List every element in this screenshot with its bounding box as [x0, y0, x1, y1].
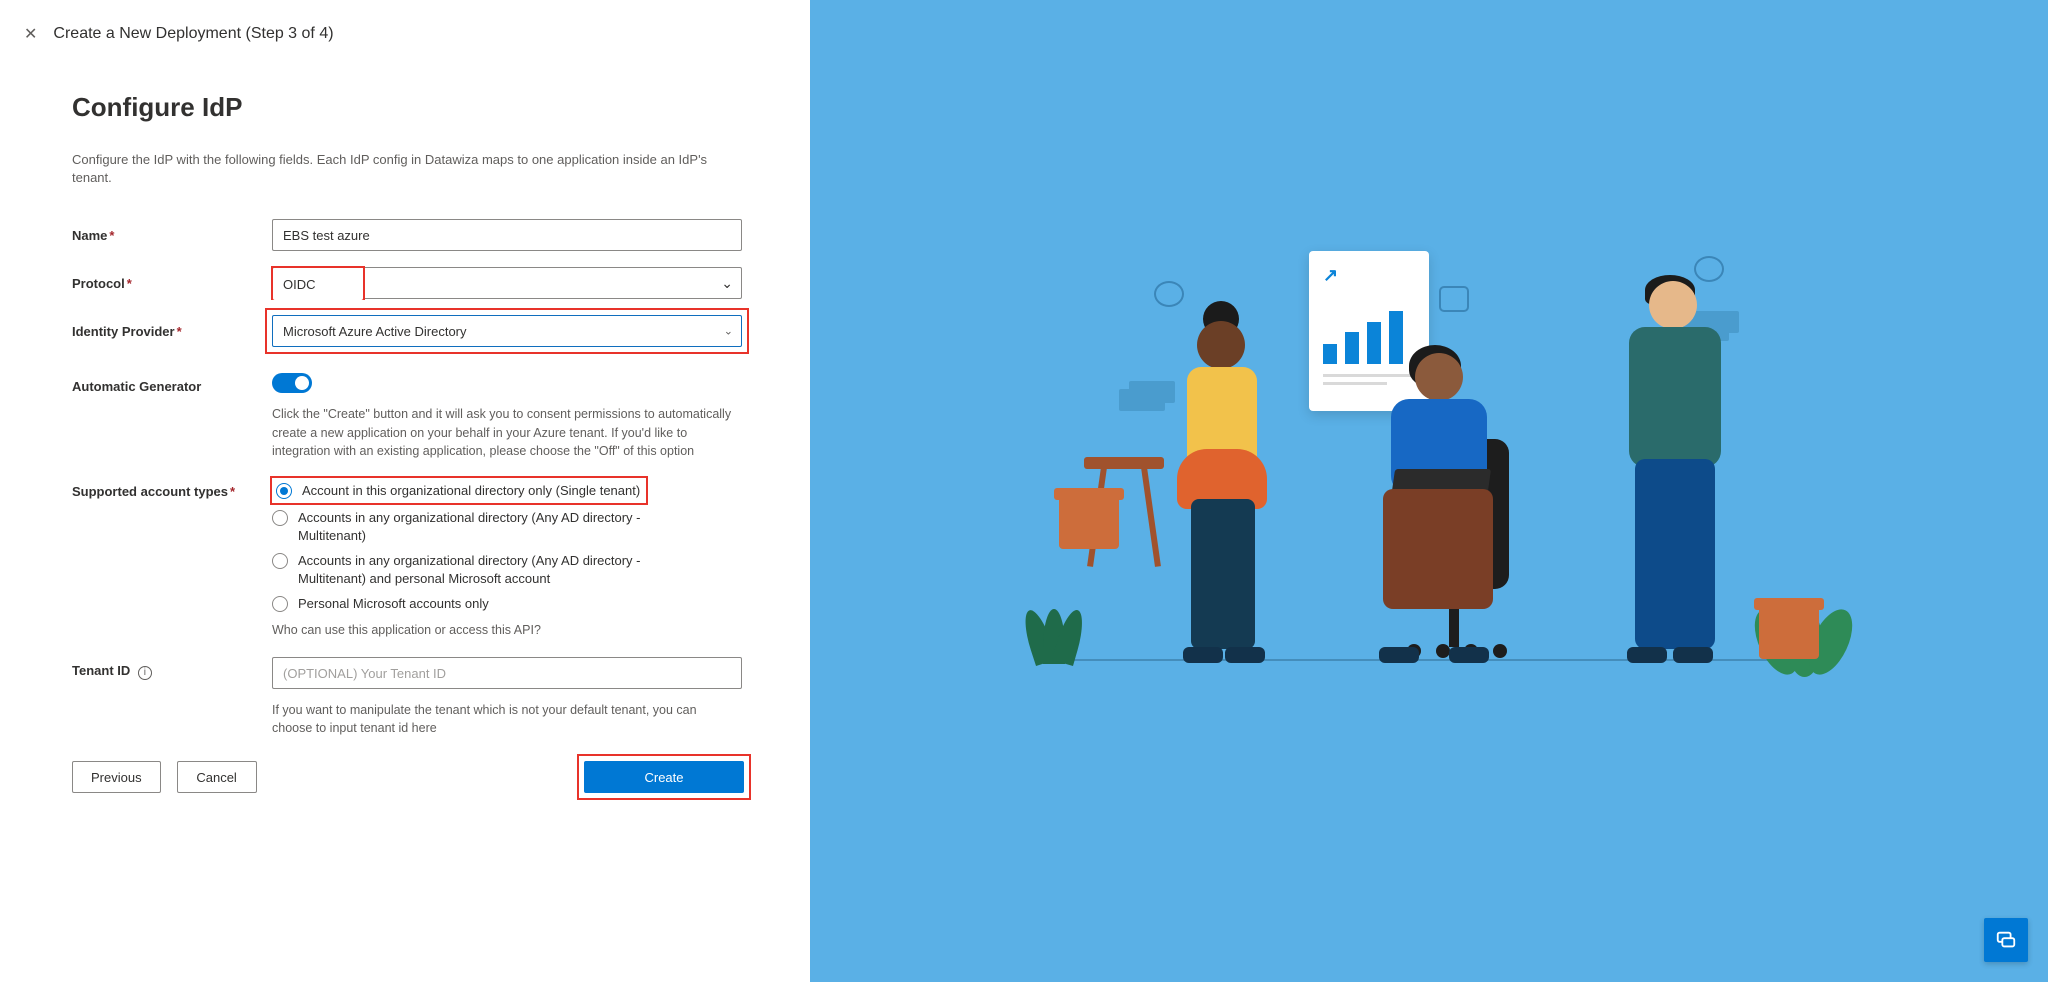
- required-marker: *: [109, 228, 114, 243]
- required-marker: *: [177, 324, 182, 339]
- form-panel: ✕ Create a New Deployment (Step 3 of 4) …: [0, 0, 810, 982]
- protocol-value: OIDC: [283, 277, 316, 292]
- close-icon[interactable]: ✕: [24, 24, 37, 44]
- previous-button[interactable]: Previous: [72, 761, 161, 793]
- row-automatic-generator: Automatic Generator Click the "Create" b…: [72, 373, 744, 459]
- account-types-help: Who can use this application or access t…: [272, 621, 732, 639]
- breadcrumb-title: Create a New Deployment (Step 3 of 4): [53, 25, 333, 43]
- info-icon[interactable]: i: [138, 666, 152, 680]
- footer-buttons: Previous Cancel Create: [72, 761, 744, 793]
- cancel-button[interactable]: Cancel: [177, 761, 257, 793]
- label-tenant-id: Tenant ID i: [72, 657, 272, 680]
- tenant-id-help: If you want to manipulate the tenant whi…: [272, 701, 732, 737]
- row-account-types: Supported account types* Account in this…: [72, 478, 744, 639]
- identity-provider-select[interactable]: Microsoft Azure Active Directory ⌄: [272, 315, 742, 347]
- radio-icon: [272, 510, 288, 526]
- row-protocol: Protocol* OIDC ⌄: [72, 267, 744, 299]
- radio-single-tenant[interactable]: Account in this organizational directory…: [276, 482, 640, 500]
- name-input[interactable]: [272, 219, 742, 251]
- label-automatic-generator: Automatic Generator: [72, 373, 272, 394]
- chevron-down-icon: ⌄: [724, 325, 733, 338]
- header: ✕ Create a New Deployment (Step 3 of 4): [24, 24, 778, 44]
- radio-icon: [272, 596, 288, 612]
- radio-label: Accounts in any organizational directory…: [298, 552, 682, 587]
- illustration: ↗: [1019, 231, 1839, 751]
- required-marker: *: [127, 276, 132, 291]
- chat-fab[interactable]: [1984, 918, 2028, 962]
- radio-icon: [272, 553, 288, 569]
- page-title: Configure IdP: [72, 92, 744, 123]
- tenant-id-input[interactable]: [272, 657, 742, 689]
- trend-arrow-icon: ↗: [1323, 265, 1415, 286]
- person-sitting: [1349, 339, 1529, 659]
- plant-icon: [1759, 604, 1819, 659]
- radio-label: Personal Microsoft accounts only: [298, 595, 489, 613]
- protocol-select[interactable]: OIDC: [273, 268, 363, 300]
- radio-personal-only[interactable]: Personal Microsoft accounts only: [272, 595, 682, 613]
- label-name: Name*: [72, 228, 272, 243]
- chevron-down-icon: ⌄: [721, 275, 733, 292]
- radio-multitenant-personal[interactable]: Accounts in any organizational directory…: [272, 552, 682, 587]
- create-button[interactable]: Create: [584, 761, 744, 793]
- label-protocol: Protocol*: [72, 276, 272, 291]
- label-protocol-text: Protocol: [72, 276, 125, 291]
- illustration-panel: ↗: [810, 0, 2048, 982]
- person-standing-right: [1609, 279, 1739, 659]
- label-idp-text: Identity Provider: [72, 324, 175, 339]
- automatic-generator-toggle[interactable]: [272, 373, 312, 393]
- chat-icon: [1995, 929, 2017, 951]
- label-account-types-text: Supported account types: [72, 484, 228, 499]
- gear-icon: [1154, 281, 1184, 307]
- radio-multitenant[interactable]: Accounts in any organizational directory…: [272, 509, 682, 544]
- label-name-text: Name: [72, 228, 107, 243]
- identity-provider-value: Microsoft Azure Active Directory: [283, 324, 467, 339]
- row-name: Name*: [72, 219, 744, 251]
- label-autogen-text: Automatic Generator: [72, 379, 201, 394]
- automatic-generator-help: Click the "Create" button and it will as…: [272, 405, 732, 459]
- label-tenant-id-text: Tenant ID: [72, 663, 130, 678]
- required-marker: *: [230, 484, 235, 499]
- label-identity-provider: Identity Provider*: [72, 324, 272, 339]
- radio-icon: [276, 483, 292, 499]
- label-account-types: Supported account types*: [72, 478, 272, 499]
- message-icon: [1439, 286, 1469, 312]
- radio-label: Account in this organizational directory…: [302, 482, 640, 500]
- row-tenant-id: Tenant ID i If you want to manipulate th…: [72, 657, 744, 737]
- row-identity-provider: Identity Provider* Microsoft Azure Activ…: [72, 315, 744, 347]
- person-standing-left: [1169, 309, 1279, 659]
- radio-label: Accounts in any organizational directory…: [298, 509, 682, 544]
- page-description: Configure the IdP with the following fie…: [72, 151, 712, 187]
